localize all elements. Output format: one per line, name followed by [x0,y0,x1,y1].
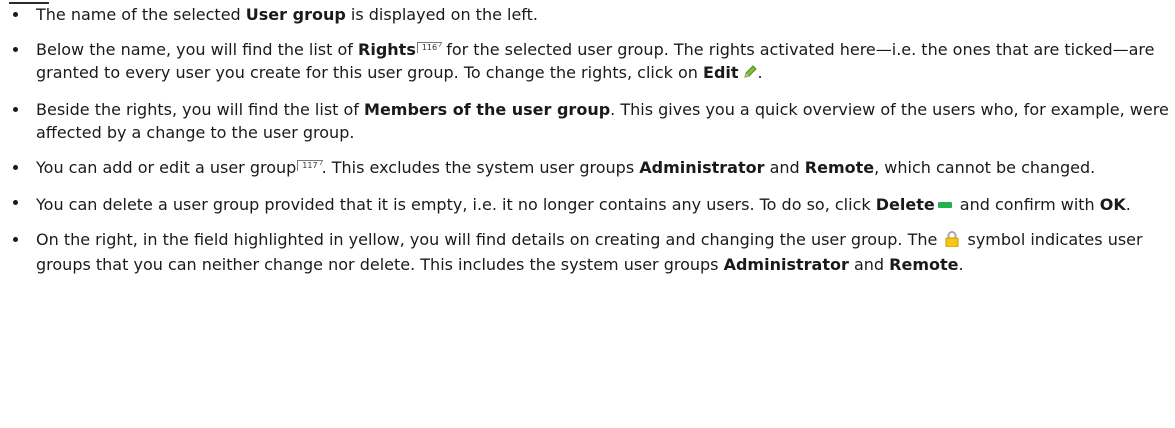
page-reference-link[interactable]: 116 [416,42,441,53]
term-administrator: Administrator [723,255,849,274]
list-item: Beside the rights, you will find the lis… [0,98,1175,144]
pencil-icon [742,63,758,86]
bullet-list: The name of the selected User group is d… [0,3,1175,288]
page-reference-link[interactable]: 117 [297,160,321,171]
term-edit: Edit [703,63,739,82]
term-remote: Remote [804,158,875,177]
term-remote: Remote [889,255,959,274]
list-item: You can delete a user group provided tha… [0,191,1175,216]
term-delete: Delete [875,195,935,214]
term-ok: OK [1099,195,1126,214]
minus-icon [937,191,952,214]
list-item: On the right, in the field highlighted i… [0,228,1175,276]
list-item: You can add or edit a user group 117. Thi… [0,156,1175,179]
term-rights: Rights [358,40,416,59]
term-user-group: User group [245,5,346,24]
term-administrator: Administrator [639,158,765,177]
term-members-of-user-group: Members of the user group [364,100,611,119]
lock-icon [945,230,959,253]
list-item: The name of the selected User group is d… [0,3,1175,26]
list-item: Below the name, you will find the list o… [0,38,1175,86]
document-page: The name of the selected User group is d… [0,0,1175,428]
